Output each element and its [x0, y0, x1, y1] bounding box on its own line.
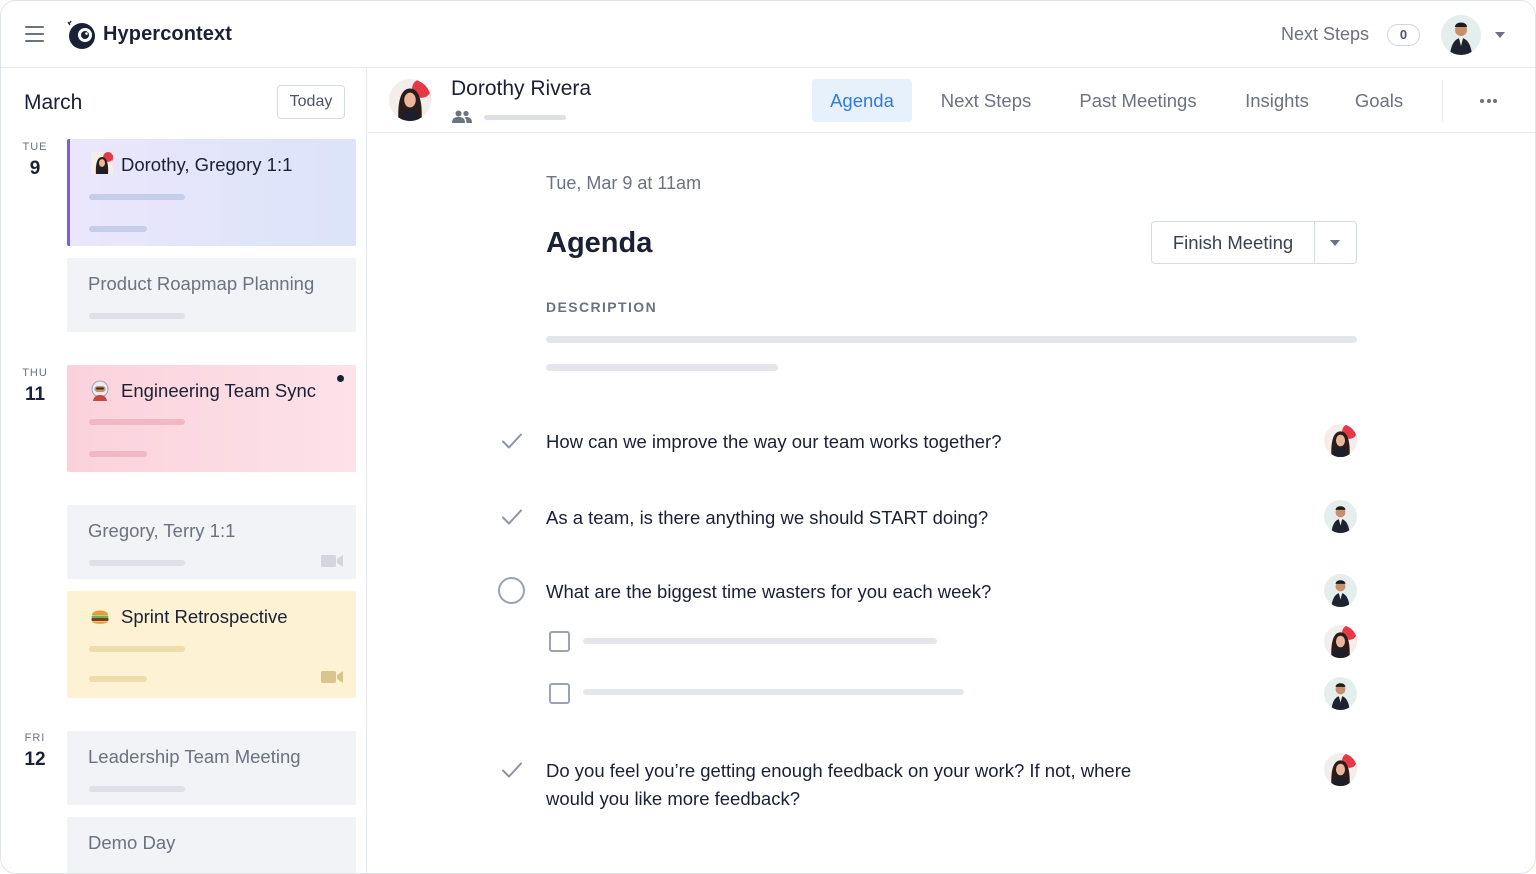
- finish-meeting-button[interactable]: Finish Meeting: [1152, 222, 1314, 263]
- more-options-icon[interactable]: [1480, 90, 1504, 110]
- person-name: Dorothy Rivera: [451, 77, 592, 100]
- placeholder-bar: [89, 786, 185, 792]
- agenda-item-3[interactable]: What are the biggest time wasters for yo…: [546, 578, 991, 606]
- meeting-date: Tue, Mar 9 at 11am: [546, 173, 702, 193]
- month-label: March: [24, 91, 83, 114]
- placeholder-bar: [89, 194, 185, 200]
- sub-item-placeholder-bar[interactable]: [583, 638, 937, 644]
- menu-icon[interactable]: [25, 26, 44, 42]
- meeting-card-leadership[interactable]: Leadership Team Meeting: [67, 731, 356, 805]
- burger-emoji-icon: [91, 610, 109, 624]
- meetings-sidebar: March Today TUE 9 THU 11 FRI 12 Dorothy,…: [1, 68, 367, 873]
- sub-item-checkbox[interactable]: [549, 631, 570, 652]
- hypercontext-logo-icon: [67, 20, 95, 49]
- chevron-down-icon[interactable]: [1315, 222, 1356, 263]
- meeting-header: Dorothy Rivera Agenda Next Steps Past Me…: [368, 68, 1535, 133]
- avatar: [1324, 753, 1357, 786]
- avatar: [1324, 677, 1357, 710]
- placeholder-bar: [89, 676, 147, 682]
- placeholder-bar: [484, 115, 566, 120]
- placeholder-bar: [89, 646, 185, 652]
- meeting-card-demo-day[interactable]: Demo Day: [67, 817, 356, 873]
- tab-agenda[interactable]: Agenda: [812, 79, 912, 122]
- avatar: [1324, 424, 1357, 457]
- video-camera-icon: [321, 555, 343, 567]
- placeholder-bar: [89, 560, 185, 566]
- meeting-title: Sprint Retrospective: [121, 606, 288, 627]
- agenda-item-4[interactable]: Do you feel you’re getting enough feedba…: [546, 757, 1196, 813]
- meeting-card-dorothy-gregory[interactable]: Dorothy, Gregory 1:1: [67, 139, 356, 246]
- chevron-down-icon[interactable]: [1495, 32, 1505, 38]
- unread-dot: [337, 375, 344, 382]
- avatar: [1324, 574, 1357, 607]
- tab-insights[interactable]: Insights: [1232, 79, 1322, 122]
- agenda-item-2[interactable]: As a team, is there anything we should S…: [546, 504, 988, 532]
- people-icon: [452, 110, 472, 123]
- avatar: [1324, 500, 1357, 533]
- meeting-title: Product Roapmap Planning: [88, 273, 315, 294]
- placeholder-bar: [89, 419, 185, 425]
- agenda-item-4-line-1: Do you feel you’re getting enough feedba…: [546, 760, 1132, 781]
- meeting-title: Gregory, Terry 1:1: [88, 520, 236, 541]
- agenda-title: Agenda: [546, 227, 653, 259]
- agenda-item-4-line-2: would you like more feedback?: [546, 788, 801, 809]
- tab-next-steps[interactable]: Next Steps: [928, 79, 1044, 122]
- placeholder-bar: [89, 226, 147, 232]
- description-placeholder-bar[interactable]: [546, 336, 1357, 343]
- description-placeholder-bar[interactable]: [546, 364, 778, 371]
- meeting-card-product-roadmap[interactable]: Product Roapmap Planning: [67, 258, 356, 332]
- dorothy-avatar-icon: [91, 152, 113, 174]
- finish-meeting-split-button: Finish Meeting: [1151, 221, 1357, 264]
- meeting-card-sprint-retro[interactable]: Sprint Retrospective: [67, 591, 356, 698]
- user-avatar[interactable]: [1441, 15, 1481, 55]
- meeting-title: Leadership Team Meeting: [88, 746, 301, 767]
- meeting-card-gregory-terry[interactable]: Gregory, Terry 1:1: [67, 505, 356, 579]
- person-avatar: [389, 79, 431, 121]
- meeting-title: Demo Day: [88, 832, 176, 853]
- check-icon[interactable]: [501, 508, 523, 526]
- day-label-tue: TUE 9: [22, 141, 48, 179]
- meeting-title: Engineering Team Sync: [121, 380, 317, 401]
- header-divider: [1442, 80, 1443, 122]
- app-name: Hypercontext: [103, 23, 233, 45]
- sub-item-checkbox[interactable]: [549, 683, 570, 704]
- check-icon[interactable]: [501, 432, 523, 450]
- today-button[interactable]: Today: [277, 85, 345, 119]
- check-icon[interactable]: [501, 761, 523, 779]
- video-camera-icon: [321, 671, 343, 683]
- top-next-steps-link[interactable]: Next Steps: [1281, 24, 1369, 45]
- agenda-item-1[interactable]: How can we improve the way our team work…: [546, 428, 1002, 456]
- placeholder-bar: [89, 451, 147, 457]
- app-window: Hypercontext Next Steps 0 March Today TU…: [0, 0, 1536, 874]
- next-steps-count-badge: 0: [1387, 24, 1420, 46]
- description-label: DESCRIPTION: [546, 299, 658, 315]
- top-bar: Hypercontext Next Steps 0: [1, 1, 1535, 68]
- day-label-fri: FRI 12: [24, 732, 46, 770]
- tab-past-meetings[interactable]: Past Meetings: [1066, 79, 1210, 122]
- avatar: [1324, 625, 1357, 658]
- astronaut-emoji-icon: [91, 380, 109, 401]
- meeting-title: Dorothy, Gregory 1:1: [121, 154, 293, 175]
- incomplete-circle-icon[interactable]: [498, 577, 525, 604]
- meeting-card-engineering-sync[interactable]: Engineering Team Sync: [67, 365, 356, 472]
- tab-goals[interactable]: Goals: [1344, 79, 1414, 122]
- placeholder-bar: [89, 313, 185, 319]
- sub-item-placeholder-bar[interactable]: [583, 689, 964, 695]
- day-label-thu: THU 11: [22, 367, 48, 405]
